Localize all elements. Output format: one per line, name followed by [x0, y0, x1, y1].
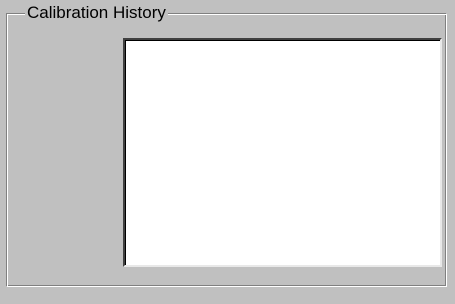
calibration-history-list[interactable]: [123, 38, 442, 267]
groupbox-title: Calibration History: [25, 3, 168, 22]
